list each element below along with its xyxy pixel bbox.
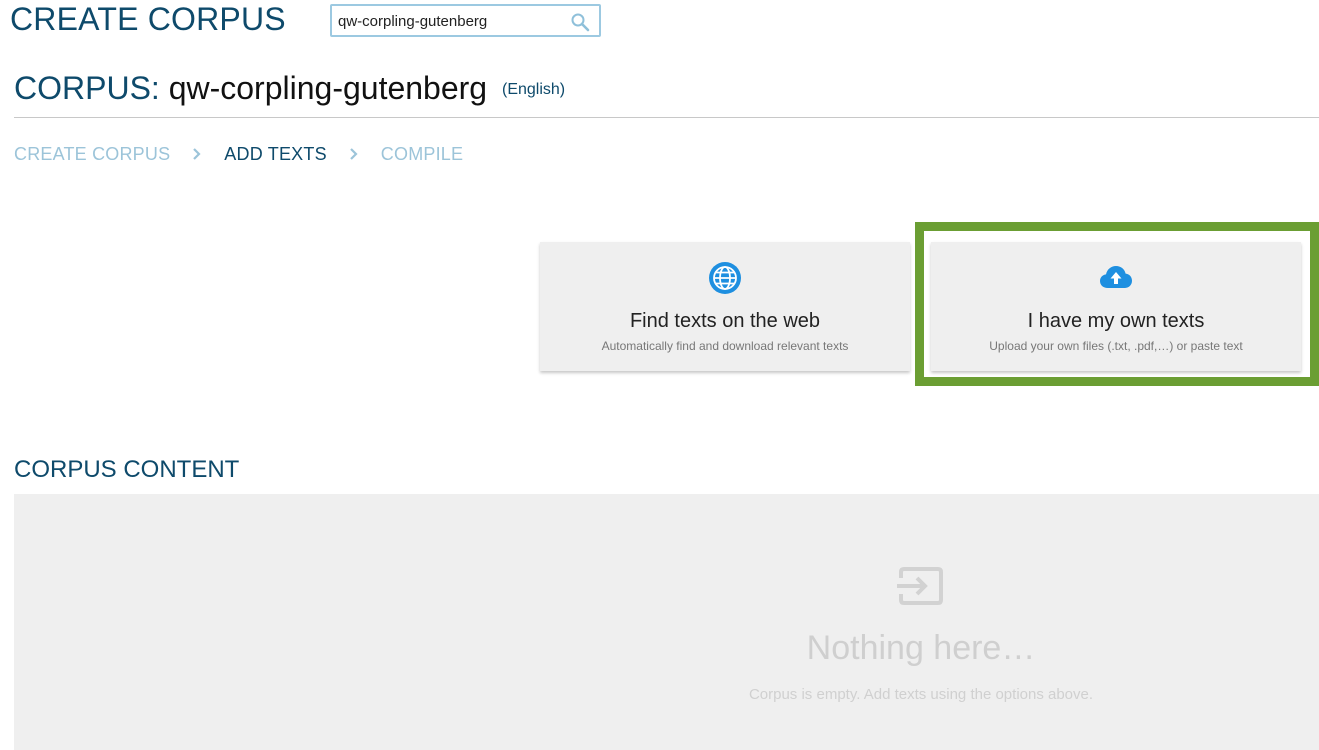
own-texts-title: I have my own texts [1027,310,1205,332]
app-title: CREATE CORPUS [10,1,286,37]
chevron-right-icon [193,148,201,160]
empty-state-subtitle: Corpus is empty. Add texts using the opt… [748,686,1094,703]
own-texts-card[interactable]: I have my own texts Upload your own file… [931,242,1301,371]
corpus-language: (English) [501,81,566,98]
wizard-steps: CREATE CORPUS ADD TEXTS COMPILE [14,143,463,165]
find-texts-on-web-card[interactable]: Find texts on the web Automatically find… [540,242,910,371]
corpus-title-prefix: CORPUS: [14,70,160,106]
globe-icon [709,262,741,294]
empty-state-title: Nothing here… [806,629,1036,667]
find-texts-title: Find texts on the web [629,310,821,332]
corpus-title: CORPUS: qw-corpling-gutenberg (English) [14,68,565,110]
search-icon[interactable] [570,12,590,32]
corpus-content-heading: CORPUS CONTENT [14,456,240,483]
header-divider [14,117,1319,118]
step-compile[interactable]: COMPILE [381,143,463,165]
page: CREATE CORPUS CORPUS: qw-corpling-gutenb… [0,0,1319,750]
search-input[interactable] [338,11,563,31]
corpus-name: qw-corpling-gutenberg [168,70,488,106]
find-texts-subtitle: Automatically find and download relevant… [601,339,849,353]
cloud-upload-icon [1100,266,1132,288]
corpus-content-panel: Nothing here… Corpus is empty. Add texts… [14,494,1319,750]
input-arrow-icon [897,567,943,605]
chevron-right-icon [350,148,358,160]
own-texts-subtitle: Upload your own files (.txt, .pdf,…) or … [989,339,1243,353]
step-create-corpus[interactable]: CREATE CORPUS [14,143,170,165]
search-box[interactable] [330,4,601,37]
step-add-texts[interactable]: ADD TEXTS [224,143,327,165]
